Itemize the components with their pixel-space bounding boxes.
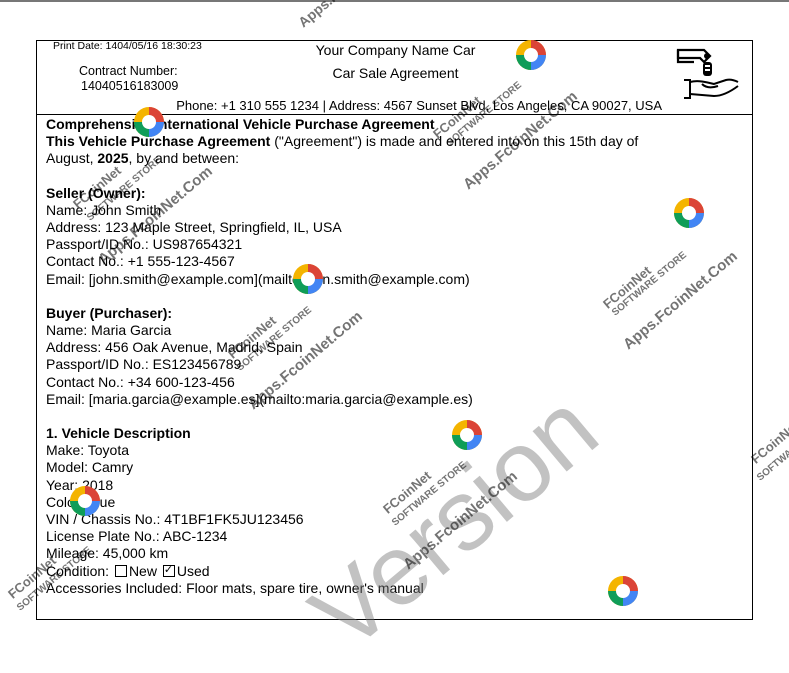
vehicle-make: Make: Toyota [46, 442, 130, 459]
watermark-tagline: SOFTWARE STORE [755, 415, 789, 484]
intro-lead-rest: ("Agreement") is made and entered into o… [270, 133, 639, 150]
vehicle-accessories: Accessories Included: Floor mats, spare … [46, 579, 424, 596]
vehicle-vin: VIN / Chassis No.: 4T1BF1FK5JU123456 [46, 511, 304, 528]
seller-passport: Passport/ID No.: US987654321 [46, 236, 243, 253]
agreement-title: Car Sale Agreement [332, 65, 459, 81]
vehicle-model: Model: Camry [46, 459, 134, 476]
seller-address: Address: 123 Maple Street, Springfield, … [46, 219, 342, 236]
intro-date-line: August, 2025, by and between: [46, 150, 736, 167]
company-name: Your Company Name Car [315, 42, 476, 58]
intro-title: Comprehensive International Vehicle Purc… [46, 116, 435, 132]
vehicle-year: Year: 2018 [46, 476, 114, 493]
car-key-hand-icon [674, 42, 744, 100]
seller-contact: Contact No.: +1 555-123-4567 [46, 253, 235, 270]
watermark-url: Apps.FcoinNet.Com [295, 0, 408, 30]
buyer-address: Address: 456 Oak Avenue, Madrid, Spain [46, 339, 303, 356]
condition-new-checkbox [114, 564, 127, 577]
vehicle-condition: Condition: New Used [46, 562, 736, 580]
condition-used-label: Used [176, 562, 210, 579]
document-page: Print Date: 1404/05/16 18:30:23 Contract… [36, 40, 753, 620]
document-header: Print Date: 1404/05/16 18:30:23 Contract… [37, 40, 752, 115]
condition-label: Condition: [46, 562, 110, 579]
vehicle-mileage: Mileage: 45,000 km [46, 545, 169, 562]
date-suffix: , by and between: [128, 150, 240, 167]
buyer-contact: Contact No.: +34 600-123-456 [46, 373, 235, 390]
date-prefix: August, [46, 150, 98, 167]
buyer-passport: Passport/ID No.: ES123456789 [46, 356, 242, 373]
intro-lead-bold: This Vehicle Purchase Agreement [46, 133, 271, 150]
contract-number: 14040516183009 [81, 79, 179, 93]
condition-used-checkbox [162, 562, 175, 579]
contact-line: Phone: +1 310 555 1234 | Address: 4567 S… [176, 98, 662, 113]
agreement-body: Comprehensive International Vehicle Purc… [46, 116, 736, 597]
vehicle-heading: 1. Vehicle Description [46, 425, 191, 442]
buyer-email: Email: [maria.garcia@example.es](mailto:… [46, 390, 473, 407]
seller-email: Email: [john.smith@example.com](mailto:j… [46, 270, 470, 287]
top-border-line [0, 0, 789, 2]
vehicle-color: Color: Blue [46, 493, 116, 510]
seller-name: Name: John Smith [46, 201, 162, 218]
buyer-heading: Buyer (Purchaser): [46, 304, 173, 321]
date-year: 2025 [97, 150, 129, 167]
vehicle-plate: License Plate No.: ABC-1234 [46, 528, 228, 545]
watermark-brand: FCoinNet [748, 417, 789, 467]
intro-paragraph: This Vehicle Purchase Agreement ("Agreem… [46, 133, 736, 150]
condition-new-label: New [128, 562, 157, 579]
seller-heading: Seller (Owner): [46, 184, 146, 201]
buyer-name: Name: Maria Garcia [46, 322, 172, 339]
